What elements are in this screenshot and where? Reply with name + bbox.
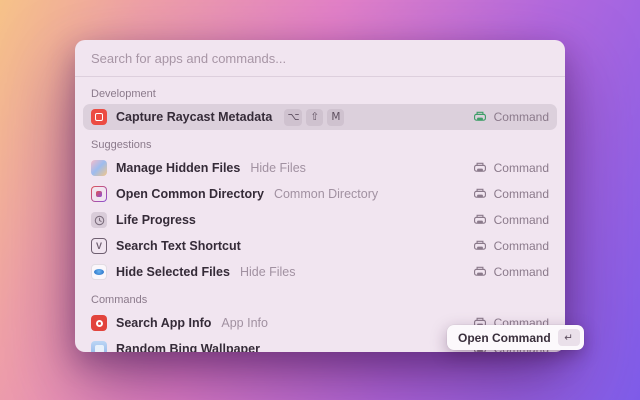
desktop-background: Development Capture Raycast Metadata ⌥ ⇧… (0, 0, 640, 400)
item-title: Open Common Directory (116, 187, 264, 201)
list-item-life-progress[interactable]: Life Progress Command (83, 207, 557, 233)
launcher-window: Development Capture Raycast Metadata ⌥ ⇧… (75, 40, 565, 352)
item-title: Search Text Shortcut (116, 239, 241, 253)
item-title: Capture Raycast Metadata (116, 110, 273, 124)
item-title: Random Bing Wallpaper (116, 342, 260, 352)
blue-eye-icon (91, 264, 107, 280)
item-title: Hide Selected Files (116, 265, 230, 279)
raycast-logo-icon (91, 109, 107, 125)
tooltip-label: Open Command (458, 330, 551, 345)
section-header-suggestions: Suggestions (91, 139, 152, 151)
common-directory-icon (91, 186, 107, 202)
printer-icon (473, 111, 486, 121)
accessory: Command (473, 213, 549, 227)
results-list: Development Capture Raycast Metadata ⌥ ⇧… (75, 77, 565, 352)
list-item-open-common-directory[interactable]: Open Common Directory Common Directory C… (83, 181, 557, 207)
item-title: Search App Info (116, 316, 212, 330)
list-item-hide-selected-files[interactable]: Hide Selected Files Hide Files Command (83, 259, 557, 285)
section-header-development: Development (91, 88, 156, 100)
item-subtitle: App Info (221, 316, 268, 330)
letter-v-icon: V (91, 238, 107, 254)
search-bar (75, 40, 565, 77)
accessory-label: Command (493, 239, 549, 253)
printer-icon (473, 240, 486, 250)
shortcut-keys: ⌥ ⇧ M (284, 108, 345, 126)
printer-icon (473, 266, 486, 276)
accessory-label: Command (493, 110, 549, 124)
accessory-label: Command (493, 213, 549, 227)
accessory-label: Command (493, 265, 549, 279)
accessory: Command (473, 239, 549, 253)
item-subtitle: Common Directory (273, 187, 379, 201)
clock-icon (91, 212, 107, 228)
list-item-search-text-shortcut[interactable]: V Search Text Shortcut Command (83, 233, 557, 259)
list-item-manage-hidden-files[interactable]: Manage Hidden Files Hide Files Command (83, 155, 557, 181)
accessory-label: Command (493, 187, 549, 201)
printer-icon (473, 188, 486, 198)
item-title: Life Progress (116, 213, 196, 227)
return-key: ↵ (557, 329, 580, 346)
accessory: Command (473, 187, 549, 201)
accessory-label: Command (493, 161, 549, 175)
item-subtitle: Hide Files (239, 265, 296, 279)
item-title: Manage Hidden Files (116, 161, 241, 175)
search-input[interactable] (75, 40, 565, 76)
list-item-capture-raycast-metadata[interactable]: Capture Raycast Metadata ⌥ ⇧ M Command (83, 104, 557, 130)
shift-key: ⇧ (306, 108, 324, 126)
accessory: Command (473, 110, 549, 124)
printer-icon (473, 214, 486, 224)
red-ring-icon (91, 315, 107, 331)
hidden-files-icon (91, 160, 107, 176)
section-header-commands: Commands (91, 294, 148, 306)
wallpaper-icon (91, 341, 107, 352)
accessory: Command (473, 265, 549, 279)
accessory: Command (473, 161, 549, 175)
item-subtitle: Hide Files (250, 161, 306, 175)
printer-icon (473, 162, 486, 172)
m-key: M (327, 108, 345, 126)
open-command-tooltip[interactable]: Open Command ↵ (447, 325, 584, 350)
option-key: ⌥ (284, 108, 303, 126)
